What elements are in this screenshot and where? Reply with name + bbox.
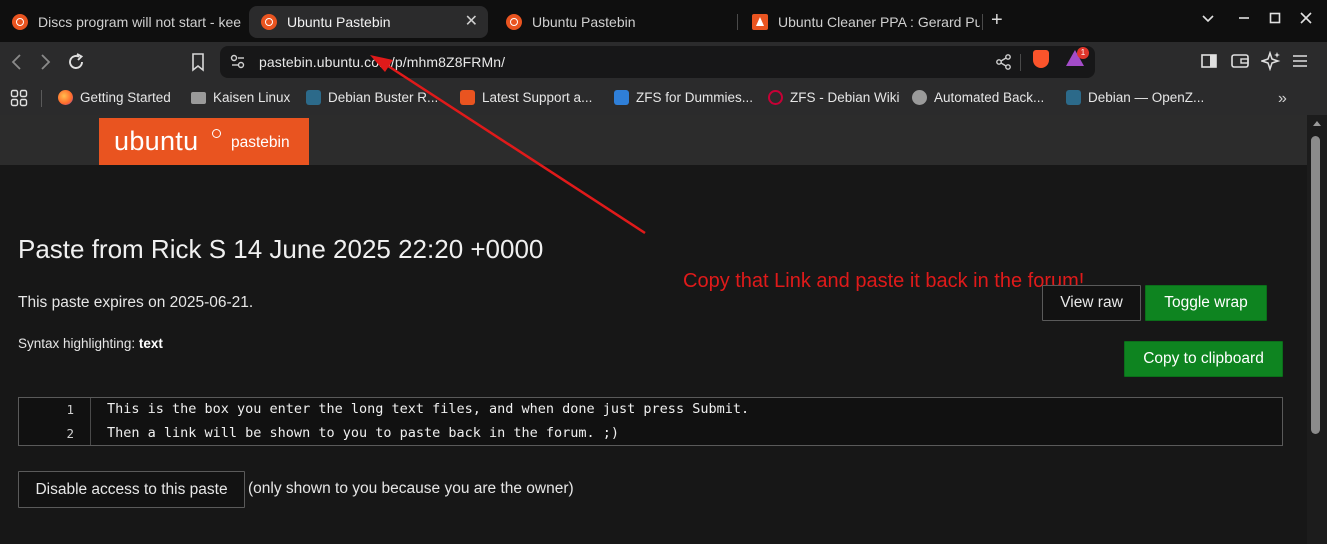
logo-word: ubuntu: [114, 126, 199, 156]
debian-icon: [768, 90, 783, 105]
tab-ubuntu-pastebin-active[interactable]: Ubuntu Pastebin ✕: [249, 6, 488, 38]
syntax-highlighting: Syntax highlighting: text: [18, 336, 163, 351]
bookmark-label: Kaisen Linux: [213, 90, 291, 105]
expiry-text: This paste expires on 2025-06-21.: [18, 294, 254, 311]
bookmark-label: ZFS for Dummies...: [636, 90, 754, 105]
tab-ubuntu-pastebin[interactable]: Ubuntu Pastebin: [494, 6, 734, 38]
browser-window: Discs program will not start - kee Ubunt…: [0, 0, 1327, 544]
url-text[interactable]: pastebin.ubuntu.com/p/mhm8Z8FRMn/: [259, 54, 505, 70]
address-bar-divider: [1020, 54, 1021, 71]
line-number-gutter: 1 2: [19, 398, 91, 445]
syntax-value: text: [138, 336, 163, 351]
brave-shields-icon[interactable]: [1033, 50, 1049, 68]
tab-separator: [737, 14, 738, 30]
apps-grid-icon[interactable]: [10, 89, 28, 111]
close-tab-icon[interactable]: ✕: [465, 13, 478, 31]
reload-icon[interactable]: [66, 52, 86, 76]
annotation-text: Copy that Link and paste it back in the …: [683, 270, 1085, 292]
page-title: Paste from Rick S 14 June 2025 22:20 +00…: [18, 234, 544, 264]
tab-separator: [982, 14, 983, 30]
tab-title: Ubuntu Pastebin: [532, 14, 636, 30]
bookmark-debian-openz[interactable]: Debian — OpenZ...: [1066, 90, 1204, 105]
bookmark-automated-back[interactable]: Automated Back...: [912, 90, 1044, 105]
toggle-wrap-button[interactable]: Toggle wrap: [1145, 285, 1267, 321]
bookmarks-bar: Getting Started Kaisen Linux Debian Bust…: [0, 82, 1327, 115]
rewards-badge: 1: [1077, 47, 1089, 59]
tab-title: Discs program will not start - kee: [38, 14, 242, 30]
code-line: Then a link will be shown to you to past…: [107, 425, 620, 441]
tab-list-chevron-icon[interactable]: [1201, 11, 1215, 28]
copy-to-clipboard-button[interactable]: Copy to clipboard: [1124, 341, 1283, 377]
tab-strip: Discs program will not start - kee Ubunt…: [0, 0, 1327, 42]
syntax-label: Syntax highlighting:: [18, 336, 136, 351]
address-bar[interactable]: pastebin.ubuntu.com/p/mhm8Z8FRMn/: [220, 46, 1095, 78]
ubuntu-favicon-icon: [460, 90, 475, 105]
new-tab-button[interactable]: +: [991, 9, 1003, 32]
zfs-site-icon: [1066, 90, 1081, 105]
ubuntu-pastebin-logo[interactable]: ubuntu pastebin: [99, 118, 309, 165]
tab-title: Ubuntu Cleaner PPA : Gerard Pu: [778, 14, 980, 30]
tab-discs-program[interactable]: Discs program will not start - kee: [0, 6, 244, 38]
site-header: ubuntu pastebin: [0, 115, 1307, 165]
globe-icon: [912, 90, 927, 105]
bookmark-label: Getting Started: [80, 90, 171, 105]
ubuntu-discourse-favicon-icon: [12, 14, 28, 30]
maximize-icon[interactable]: [1268, 11, 1282, 28]
bookmark-latest-support[interactable]: Latest Support a...: [460, 90, 592, 105]
sidebar-toggle-icon[interactable]: [1200, 52, 1218, 74]
bookmark-label: Debian — OpenZ...: [1088, 90, 1205, 105]
code-line: This is the box you enter the long text …: [107, 401, 750, 417]
scrollbar-thumb[interactable]: [1311, 136, 1320, 434]
disable-access-button[interactable]: Disable access to this paste: [18, 471, 245, 508]
site-icon: [614, 90, 629, 105]
bookmark-zfs-debian-wiki[interactable]: ZFS - Debian Wiki: [768, 90, 900, 105]
bookmark-zfs-for-dummies[interactable]: ZFS for Dummies...: [614, 90, 753, 105]
launchpad-favicon-icon: [752, 14, 768, 30]
scroll-up-arrow-icon[interactable]: [1313, 121, 1321, 126]
firefox-icon: [58, 90, 73, 105]
ubuntu-favicon-icon: [261, 14, 277, 30]
bookmark-label: ZFS - Debian Wiki: [790, 90, 900, 105]
folder-icon: [191, 91, 206, 104]
paste-code-box[interactable]: 1 2 This is the box you enter the long t…: [18, 397, 1283, 446]
leo-ai-icon[interactable]: [1259, 50, 1281, 75]
wallet-icon[interactable]: [1230, 52, 1250, 74]
zfs-site-icon: [306, 90, 321, 105]
bookmark-getting-started[interactable]: Getting Started: [58, 90, 171, 105]
bookmarks-divider: [41, 90, 42, 107]
line-number: 2: [66, 426, 74, 441]
menu-icon[interactable]: [1291, 52, 1309, 74]
more-bookmarks-chevron-icon[interactable]: »: [1278, 89, 1287, 109]
line-number: 1: [66, 402, 74, 417]
bookmark-label: Latest Support a...: [482, 90, 593, 105]
toolbar: pastebin.ubuntu.com/p/mhm8Z8FRMn/ 1: [0, 42, 1327, 82]
owner-note: (only shown to you because you are the o…: [248, 480, 574, 497]
site-info-icon[interactable]: [230, 53, 246, 75]
minimize-icon[interactable]: [1237, 11, 1251, 28]
logo-sub: pastebin: [231, 134, 290, 151]
page-scrollbar[interactable]: [1307, 115, 1327, 544]
view-raw-button[interactable]: View raw: [1042, 285, 1141, 321]
bookmark-label: Automated Back...: [934, 90, 1045, 105]
share-icon[interactable]: [995, 53, 1013, 75]
forward-icon[interactable]: [36, 52, 54, 76]
bookmark-kaisen-linux[interactable]: Kaisen Linux: [191, 90, 290, 105]
tab-title: Ubuntu Pastebin: [287, 14, 391, 30]
bookmark-label: Debian Buster R...: [328, 90, 439, 105]
tab-ubuntu-cleaner-ppa[interactable]: Ubuntu Cleaner PPA : Gerard Pu: [740, 6, 980, 38]
back-icon[interactable]: [8, 52, 26, 76]
close-window-icon[interactable]: [1299, 11, 1313, 28]
page-content: ubuntu pastebin Paste from Rick S 14 Jun…: [0, 115, 1307, 544]
circle-of-friends-icon: [212, 129, 221, 138]
bookmark-icon[interactable]: [190, 52, 206, 76]
ubuntu-favicon-icon: [506, 14, 522, 30]
bookmark-debian-buster[interactable]: Debian Buster R...: [306, 90, 438, 105]
